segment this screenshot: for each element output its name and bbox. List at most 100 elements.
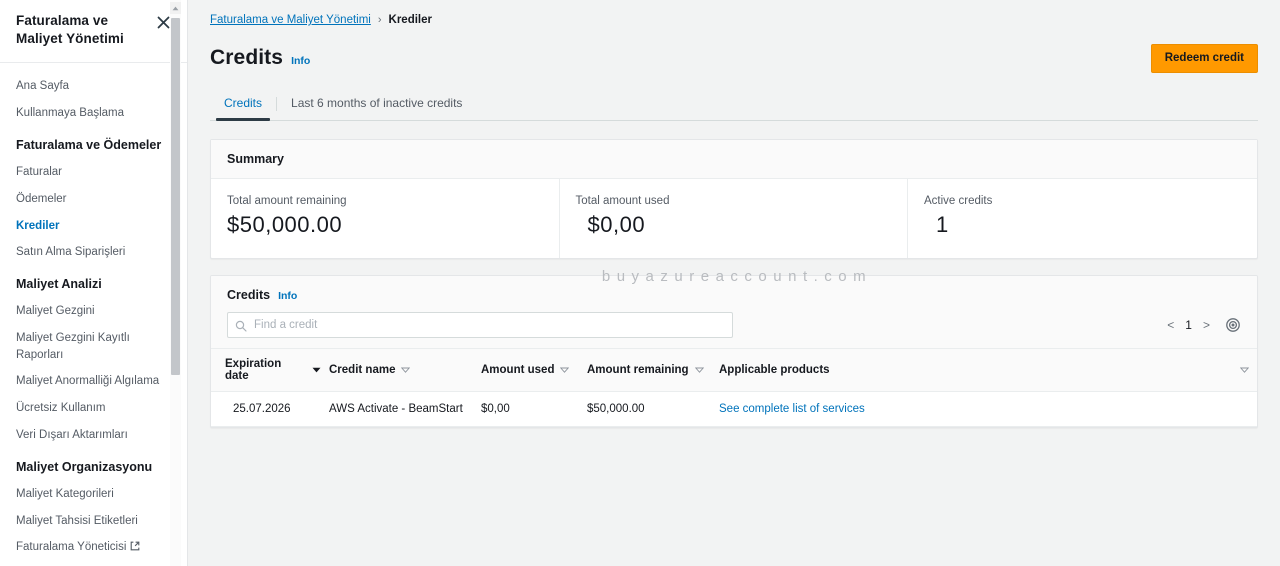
pagination: < 1 > (1166, 318, 1211, 332)
app-root: Faturalama ve Maliyet Yönetimi Ana Sayfa… (0, 0, 1280, 566)
cell-credit-name: AWS Activate - BeamStart (329, 391, 481, 428)
pagination-current-page[interactable]: 1 (1185, 318, 1192, 332)
pagination-prev-button[interactable]: < (1166, 318, 1175, 332)
table-body: 25.07.2026 AWS Activate - BeamStart $0,00 $… (211, 391, 1257, 428)
column-header-amount-remaining[interactable]: Amount remaining (587, 348, 719, 393)
credits-table-card: Credits Info Find a credit < 1 > Expirat… (210, 275, 1258, 429)
gear-icon[interactable] (1225, 317, 1241, 333)
sidebar-item-ücretsiz-kullanım[interactable]: Ücretsiz Kullanım (0, 395, 187, 422)
summary-card: Summary Total amount remaining $50,000.00… (210, 138, 1258, 260)
sidebar-item-label: Veri Dışarı Aktarımları (16, 428, 128, 441)
column-header-label: Credit name (329, 364, 396, 377)
sidebar-item-ana-sayfa[interactable]: Ana Sayfa (0, 73, 187, 100)
sidebar-item-maliyet-gezgini-kayıtlı-raporları[interactable]: Maliyet Gezgini Kayıtlı Raporları (0, 325, 187, 368)
summary-metric-value: $50,000.00 (227, 211, 343, 237)
sidebar-item-maliyet-tahsisi-etiketleri[interactable]: Maliyet Tahsisi Etiketleri (0, 508, 187, 535)
breadcrumb-current: Krediler (388, 14, 432, 26)
sidebar-item-satın-alma-siparişleri[interactable]: Satın Alma Siparişleri (0, 239, 187, 266)
sidebar-scroll-thumb[interactable] (171, 18, 180, 375)
tab-credits[interactable]: Credits (210, 89, 276, 121)
sidebar-title: Faturalama ve Maliyet Yönetimi (16, 13, 124, 47)
sidebar-item-label: Ücretsiz Kullanım (16, 402, 106, 415)
redeem-credit-button[interactable]: Redeem credit (1150, 44, 1258, 73)
credits-table-info-link[interactable]: Info (278, 290, 297, 302)
column-header-applicable-products[interactable]: Applicable products (719, 348, 1257, 393)
sidebar-item-faturalar[interactable]: Faturalar (0, 159, 187, 186)
page-title: Credits (210, 46, 284, 70)
sidebar-item-krediler[interactable]: Krediler (0, 213, 187, 240)
sidebar-item-label: Maliyet Gezgini Kayıtlı Raporları (16, 332, 130, 361)
column-header-amount-used[interactable]: Amount used (481, 348, 587, 393)
summary-metrics: Total amount remaining $50,000.00 Total am… (211, 178, 1257, 259)
search-input[interactable] (227, 312, 733, 339)
sidebar: Faturalama ve Maliyet Yönetimi Ana Sayfa… (0, 0, 188, 566)
sidebar-item-label: Maliyet Gezgini (16, 305, 95, 318)
applicable-products-link[interactable]: See complete list of services (719, 403, 865, 415)
tab-bar: Credits Last 6 months of inactive credits (210, 89, 1258, 121)
scroll-up-icon[interactable] (170, 2, 181, 14)
sidebar-item-label: Satın Alma Siparişleri (16, 246, 126, 259)
sidebar-item-kullanmaya-başlama[interactable]: Kullanmaya Başlama (0, 100, 187, 127)
table-row[interactable]: 25.07.2026 AWS Activate - BeamStart $0,00 $… (211, 391, 1257, 428)
sidebar-group-maliyet-analizi: Maliyet Analizi (16, 276, 102, 291)
credits-table-header: Credits Info Find a credit < 1 > (211, 276, 1257, 349)
sidebar-item-maliyet-kategorileri[interactable]: Maliyet Kategorileri (0, 481, 187, 508)
summary-metric-value: $0,00 (587, 211, 646, 237)
sidebar-nav: Ana Sayfa Kullanmaya Başlama Faturalama ve… (0, 63, 187, 566)
sidebar-item-label: Ana Sayfa (16, 80, 70, 93)
sidebar-scrollbar[interactable] (170, 0, 181, 566)
breadcrumb: Faturalama ve Maliyet Yönetimi › Kredile… (210, 0, 1258, 26)
sidebar-group-faturalama-ve-ödemeler: Faturalama ve Ödemeler (16, 137, 162, 152)
cell-value: $50,000.00 (587, 403, 645, 416)
sidebar-item-label: Maliyet Tahsisi Etiketleri (16, 514, 138, 527)
tab-last-6-months-of-inactive-credits[interactable]: Last 6 months of inactive credits (277, 89, 476, 120)
main-content: Faturalama ve Maliyet Yönetimi › Kredile… (188, 0, 1280, 566)
sort-icon[interactable] (694, 364, 704, 376)
summary-metric-total-amount-used: Total amount used $0,00 (558, 178, 908, 259)
summary-metric-active-credits: Active credits 1 (907, 178, 1257, 259)
sidebar-group-maliyet-organizasyonu: Maliyet Organizasyonu (16, 459, 153, 474)
cell-value: $0,00 (481, 403, 510, 416)
cell-expiration-date: 25.07.2026 (211, 391, 329, 428)
cell-amount-remaining: $50,000.00 (587, 391, 719, 428)
breadcrumb-separator-icon: › (377, 14, 382, 26)
summary-card-header: Summary (211, 139, 1257, 179)
column-header-label: Applicable products (719, 364, 830, 377)
page-header: Credits Info Redeem credit (210, 26, 1258, 73)
sort-icon[interactable] (1239, 364, 1250, 376)
column-header-expiration-date[interactable]: Expiration date (211, 348, 329, 393)
column-header-label: Amount remaining (587, 364, 689, 377)
sidebar-item-ödemeler[interactable]: Ödemeler (0, 186, 187, 213)
breadcrumb-root-link[interactable]: Faturalama ve Maliyet Yönetimi (210, 14, 371, 26)
sidebar-item-label: Kullanmaya Başlama (16, 107, 125, 120)
sidebar-item-label: Maliyet Anormalliği Algılama (16, 375, 160, 388)
sidebar-item-faturalama-yöneticisi[interactable]: Faturalama Yöneticisi (0, 534, 187, 562)
summary-metric-label: Active credits (924, 194, 993, 207)
sidebar-item-label: Faturalar (16, 166, 63, 179)
page-info-link[interactable]: Info (291, 55, 310, 67)
cell-applicable-products: See complete list of services (719, 391, 1257, 428)
pagination-next-button[interactable]: > (1202, 318, 1211, 332)
summary-metric-label: Total amount remaining (227, 194, 347, 207)
sidebar-item-maliyet-anormalliği-algılama[interactable]: Maliyet Anormalliği Algılama (0, 368, 187, 395)
table-header-row: Expiration date Credit name Amount used Amo… (211, 348, 1257, 393)
credits-table-title: Credits (227, 288, 271, 303)
sort-descending-icon[interactable] (312, 364, 321, 376)
summary-metric-value: 1 (936, 211, 949, 237)
sidebar-item-label: Maliyet Kategorileri (16, 488, 114, 500)
column-header-label: Amount used (481, 364, 555, 377)
column-header-credit-name[interactable]: Credit name (329, 348, 481, 393)
sidebar-item-label: Faturalama Yöneticisi (16, 541, 127, 554)
close-icon[interactable] (155, 14, 171, 30)
sort-icon[interactable] (401, 364, 411, 376)
external-link-icon (130, 540, 140, 557)
sidebar-group-bütçeler-ve-planlama: Bütçeler ve Planlama (0, 562, 187, 566)
cell-value: 25.07.2026 (233, 403, 291, 416)
search-box (227, 312, 733, 339)
table-toolbar-right: < 1 > (1166, 317, 1241, 333)
sidebar-item-veri-dışarı-aktarımları[interactable]: Veri Dışarı Aktarımları (0, 422, 187, 449)
sort-icon[interactable] (560, 364, 570, 376)
sidebar-item-maliyet-gezgini[interactable]: Maliyet Gezgini (0, 298, 187, 325)
summary-metric-label: Total amount used (575, 194, 670, 207)
credits-table: Expiration date Credit name Amount used Amo… (211, 348, 1257, 428)
